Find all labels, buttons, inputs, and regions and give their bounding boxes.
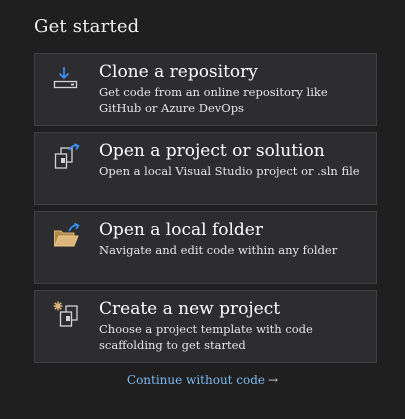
card-heading: Open a local folder	[99, 220, 263, 240]
page-title: Get started	[34, 16, 140, 37]
clone-repository-button[interactable]: Clone a repository Get code from an onli…	[34, 53, 377, 126]
card-heading: Create a new project	[99, 299, 281, 319]
continue-without-code-link[interactable]: Continue without code →	[0, 373, 405, 387]
open-project-button[interactable]: Open a project or solution Open a local …	[34, 132, 377, 205]
create-project-button[interactable]: Create a new project Choose a project te…	[34, 290, 377, 363]
continue-link-label: Continue without code	[126, 373, 266, 387]
card-description: Get code from an online repository like …	[99, 85, 328, 115]
open-project-icon	[52, 142, 82, 172]
card-description: Navigate and edit code within any folder	[99, 243, 338, 257]
card-description: Choose a project template with code scaf…	[99, 322, 313, 352]
clone-download-icon	[52, 63, 82, 93]
card-description: Open a local Visual Studio project or .s…	[99, 164, 360, 178]
open-folder-button[interactable]: Open a local folder Navigate and edit co…	[34, 211, 377, 284]
arrow-right-icon: →	[268, 373, 279, 387]
new-project-icon	[52, 300, 82, 330]
card-heading: Clone a repository	[99, 62, 258, 82]
card-heading: Open a project or solution	[99, 141, 325, 161]
open-folder-icon	[52, 221, 82, 251]
get-started-page: Get started Clone a repository Get code …	[0, 0, 405, 419]
